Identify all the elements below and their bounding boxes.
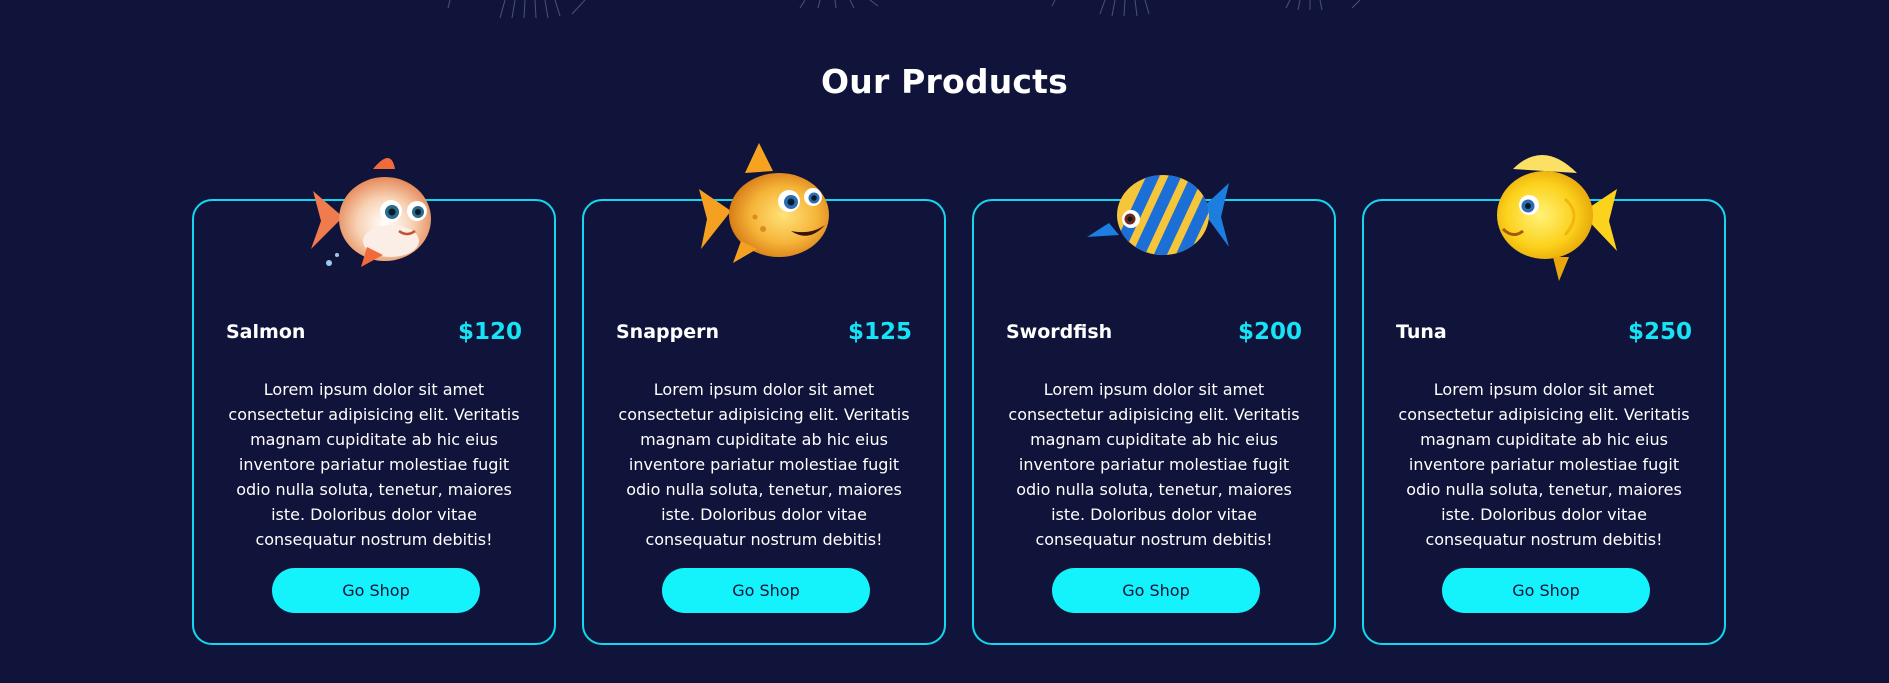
section-title: Our Products [821, 62, 1068, 102]
go-shop-button[interactable]: Go Shop [662, 568, 870, 613]
product-name: Swordfish [1006, 321, 1113, 343]
card-header: Swordfish $200 [1006, 317, 1302, 347]
product-description: Lorem ipsum dolor sit amet consectetur a… [1008, 380, 1300, 549]
product-card-snappern: Snappern $125 Lorem ipsum dolor sit amet… [582, 143, 946, 645]
product-description: Lorem ipsum dolor sit amet consectetur a… [228, 380, 520, 549]
go-shop-button[interactable]: Go Shop [1052, 568, 1260, 613]
decorative-sparkles [447, 0, 1361, 19]
product-price: $250 [1627, 319, 1692, 345]
card-header: Snappern $125 [616, 317, 912, 347]
product-price: $125 [847, 319, 912, 345]
product-name: Snappern [616, 321, 720, 343]
product-price: $200 [1237, 319, 1302, 345]
product-price: $120 [457, 319, 522, 345]
product-name: Tuna [1396, 321, 1447, 343]
card-header: Tuna $250 [1396, 317, 1692, 347]
tuna-fish-icon [1473, 139, 1621, 287]
product-name: Salmon [226, 321, 306, 343]
product-description: Lorem ipsum dolor sit amet consectetur a… [1398, 380, 1690, 549]
product-card-swordfish: Swordfish $200 Lorem ipsum dolor sit ame… [972, 175, 1336, 645]
snapper-fish-icon [693, 139, 841, 287]
salmon-fish-icon [303, 139, 451, 287]
swordfish-icon [1083, 139, 1231, 287]
product-grid: Salmon $120 Lorem ipsum dolor sit amet c… [192, 137, 1728, 647]
go-shop-button[interactable]: Go Shop [1442, 568, 1650, 613]
product-description: Lorem ipsum dolor sit amet consectetur a… [618, 380, 910, 549]
product-card-salmon: Salmon $120 Lorem ipsum dolor sit amet c… [192, 158, 556, 645]
product-card-tuna: Tuna $250 Lorem ipsum dolor sit amet con… [1362, 154, 1726, 645]
go-shop-button[interactable]: Go Shop [272, 568, 480, 613]
card-header: Salmon $120 [226, 317, 522, 347]
